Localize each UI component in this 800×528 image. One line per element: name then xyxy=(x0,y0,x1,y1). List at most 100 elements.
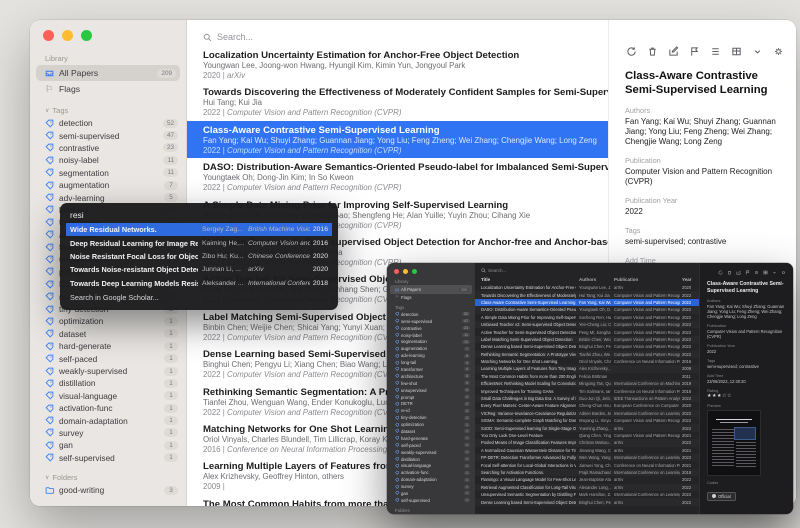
table-row[interactable]: Active Teacher for Semi-Supervised Objec… xyxy=(475,328,699,335)
edit-icon[interactable] xyxy=(668,46,679,57)
chevron-down-icon[interactable] xyxy=(772,270,777,275)
table-row[interactable]: S4OD: Semi-Supervised learning for Singl… xyxy=(475,424,699,431)
quick-search-result-row[interactable]: Towards Deep Learning Models Resista... … xyxy=(66,277,332,290)
table-row[interactable]: Label Matching Semi-Supervised Object De… xyxy=(475,336,699,343)
table-row[interactable]: EfficientNet: Rethinking Model Scaling f… xyxy=(475,380,699,387)
gear-icon[interactable] xyxy=(773,46,784,57)
sidebar-item-tag[interactable]: activation-func 1 xyxy=(30,402,186,414)
sidebar-item-tag[interactable]: DETR 2 xyxy=(387,400,475,407)
table-row[interactable]: Unsupervised Semantic Segmentation by Di… xyxy=(475,491,699,498)
sidebar-item-tag[interactable]: noisy-label 11 xyxy=(387,332,475,339)
sidebar-item-tag[interactable]: weakly-supervised 1 xyxy=(387,449,475,456)
sidebar-item-tag[interactable]: transformer 4 xyxy=(387,366,475,373)
sidebar-item-tag[interactable]: contrastive 23 xyxy=(30,142,186,154)
sidebar-item-tag[interactable]: survey 1 xyxy=(387,483,475,490)
close-button[interactable] xyxy=(394,269,399,274)
flag-icon[interactable] xyxy=(745,270,750,275)
tags-section-label[interactable]: Tags xyxy=(395,305,475,310)
sidebar-item-flags[interactable]: ⚐ Flags xyxy=(387,294,475,301)
sidebar-item-tag[interactable]: segmentation 11 xyxy=(387,338,475,345)
sidebar-item-flags[interactable]: ⚐ Flags xyxy=(36,81,180,97)
chevron-down-icon[interactable] xyxy=(752,46,763,57)
trash-icon[interactable] xyxy=(727,270,732,275)
folders-section-label[interactable]: Folders xyxy=(395,508,475,513)
sidebar-item-tag[interactable]: weakly-supervised 1 xyxy=(30,365,186,377)
sidebar-item-tag[interactable]: hard-generate 1 xyxy=(387,435,475,442)
column-title[interactable]: Title xyxy=(481,277,576,282)
flag-icon[interactable] xyxy=(689,46,700,57)
paper-row[interactable]: Class-Aware Contrastive Semi-Supervised … xyxy=(187,121,639,158)
sidebar-item-tag[interactable]: visual-language 1 xyxy=(387,462,475,469)
sidebar-item-tag[interactable]: activation-func 1 xyxy=(387,469,475,476)
sidebar-item-tag[interactable]: detection 52 xyxy=(30,117,186,129)
edit-icon[interactable] xyxy=(736,270,741,275)
sidebar-item-tag[interactable]: hard-generate 1 xyxy=(30,340,186,352)
table-row[interactable]: You Only Look One-Level Feature Qiang Ch… xyxy=(475,432,699,439)
zoom-button[interactable] xyxy=(81,30,92,41)
sidebar-item-tag[interactable]: domain-adaptation 1 xyxy=(30,414,186,426)
gear-icon[interactable] xyxy=(781,270,786,275)
table-row[interactable]: Localization Uncertainty Estimation for … xyxy=(475,284,699,291)
sidebar-item-tag[interactable]: semi-supervised 47 xyxy=(387,318,475,325)
table-row[interactable]: DASO: Distribution-Aware Semantics-Orien… xyxy=(475,306,699,313)
sidebar-item-tag[interactable]: re-id 2 xyxy=(387,407,475,414)
quick-search-result-row[interactable]: Deep Residual Learning for Image Reco...… xyxy=(66,236,332,249)
sidebar-item-tag[interactable]: prompt 2 xyxy=(387,394,475,401)
sidebar-item-tag[interactable]: detection 52 xyxy=(387,311,475,318)
sidebar-item-tag[interactable]: contrastive 23 xyxy=(387,325,475,332)
sidebar-item-tag[interactable]: adv-learning 5 xyxy=(30,191,186,203)
sidebar-item-tag[interactable]: visual-language 1 xyxy=(30,390,186,402)
table-view-icon[interactable] xyxy=(763,270,768,275)
sidebar-item-tag[interactable]: architecture 3 xyxy=(387,373,475,380)
table-row[interactable]: Every Pixel Matters: Center-Aware Featur… xyxy=(475,402,699,409)
sync-icon[interactable] xyxy=(626,46,637,57)
table-row[interactable]: Improved Techniques for Training GANs Ti… xyxy=(475,387,699,394)
column-year[interactable]: Year xyxy=(682,277,696,282)
table-row[interactable]: Matching Networks for One Shot Learning.… xyxy=(475,358,699,365)
rating-stars[interactable]: ★★★☆☆ xyxy=(707,393,786,399)
tags-section-label[interactable]: ∨ Tags xyxy=(45,106,186,115)
table-row[interactable]: Learning Multiple Layers of Features fro… xyxy=(475,365,699,372)
sidebar-item-tag[interactable]: long-tail 4 xyxy=(387,359,475,366)
column-publication[interactable]: Publication xyxy=(614,277,680,282)
sidebar-item-tag[interactable]: dataset 1 xyxy=(387,428,475,435)
table-row[interactable]: Focal Self-attention for Local-Global In… xyxy=(475,461,699,468)
table-row[interactable]: A Normalized Gaussian Wasserstein Distan… xyxy=(475,447,699,454)
table-row[interactable]: Flamingo: a Visual Language Model for Fe… xyxy=(475,476,699,483)
paper-row[interactable]: DASO: Distribution-Aware Semantics-Orien… xyxy=(187,158,639,195)
sidebar-item-tag[interactable]: gan 1 xyxy=(387,490,475,497)
sidebar-item-tag[interactable]: augmentation 7 xyxy=(30,179,186,191)
table-row[interactable]: Dense Learning based Semi-Supervised Obj… xyxy=(475,343,699,350)
search-input[interactable]: Search... xyxy=(203,30,639,44)
sidebar-item-tag[interactable]: adv-learning 5 xyxy=(387,352,475,359)
table-row[interactable]: Class-Aware Contrastive Semi-Supervised … xyxy=(475,299,699,306)
quick-search-result-row[interactable]: Noise Resistant Focal Loss for Object D.… xyxy=(66,250,332,263)
table-row[interactable]: Rethinking Semantic Segmentation: A Prot… xyxy=(475,351,699,358)
quick-search-result-row[interactable]: Wide Residual Networks. Sergey Zag... Br… xyxy=(66,223,332,236)
minimize-button[interactable] xyxy=(403,269,408,274)
table-row[interactable]: SIGMA: Semantic-complete Graph Matching … xyxy=(475,417,699,424)
table-row[interactable]: The Most Common Habits from more than 20… xyxy=(475,373,699,380)
sidebar-item-tag[interactable]: self-paced 1 xyxy=(30,352,186,364)
list-view-icon[interactable] xyxy=(710,46,721,57)
table-row[interactable]: Pooled Means of Image Classification Fea… xyxy=(475,439,699,446)
trash-icon[interactable] xyxy=(647,46,658,57)
sidebar-item-tag[interactable]: optimization 1 xyxy=(30,315,186,327)
table-row[interactable]: A Simple Data Mixing Prior for Improving… xyxy=(475,314,699,321)
sidebar-item-tag[interactable]: unsupervised 3 xyxy=(387,387,475,394)
sidebar-item-tag[interactable]: self-supervised 1 xyxy=(387,497,475,504)
close-button[interactable] xyxy=(43,30,54,41)
column-authors[interactable]: Authors xyxy=(579,277,611,282)
sidebar-item-tag[interactable]: tiny-detection 2 xyxy=(387,414,475,421)
sidebar-item-tag[interactable]: domain-adaptation 1 xyxy=(387,476,475,483)
list-view-icon[interactable] xyxy=(754,270,759,275)
sidebar-item-all-papers[interactable]: All Papers 209 xyxy=(36,65,180,81)
sidebar-item-tag[interactable]: self-supervised 1 xyxy=(30,452,186,464)
sidebar-item-tag[interactable]: few-shot 3 xyxy=(387,380,475,387)
table-row[interactable]: VICReg: Variance-Invariance-Covariance R… xyxy=(475,410,699,417)
sidebar-item-all-papers[interactable]: All Papers 209 xyxy=(390,285,472,294)
table-row[interactable]: Retrieval Augmented Classification for L… xyxy=(475,484,699,491)
sidebar-item-tag[interactable]: semi-supervised 47 xyxy=(30,129,186,141)
quick-search-result-row[interactable]: Towards Noise-resistant Object Detecti..… xyxy=(66,263,332,276)
paper-row[interactable]: Towards Discovering the Effectiveness of… xyxy=(187,83,639,120)
